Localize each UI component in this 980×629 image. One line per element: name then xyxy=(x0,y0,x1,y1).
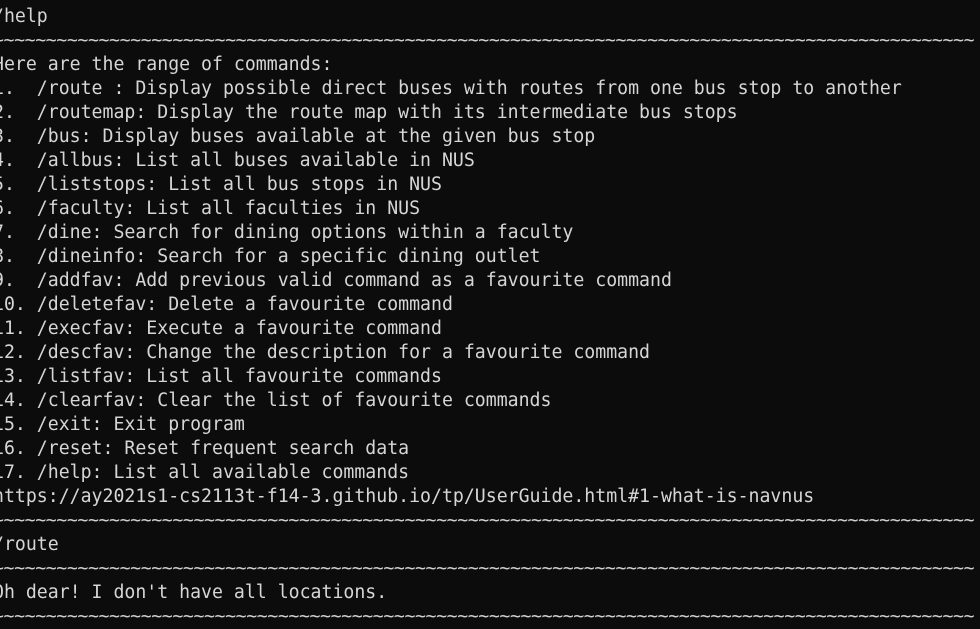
output-line: 9. /addfav: Add previous valid command a… xyxy=(0,270,672,291)
separator-line: ~~~~~~~~~~~~~~~~~~~~~~~~~~~~~~~~~~~~~~~~… xyxy=(0,510,975,531)
output-line: 16. /reset: Reset frequent search data xyxy=(0,438,410,459)
separator-line: ~~~~~~~~~~~~~~~~~~~~~~~~~~~~~~~~~~~~~~~~… xyxy=(0,558,975,579)
output-line: 12. /descfav: Change the description for… xyxy=(0,342,650,363)
output-line: 5. /liststops: List all bus stops in NUS xyxy=(0,174,442,195)
output-line: 1. /route : Display possible direct buse… xyxy=(0,78,902,99)
output-line: 7. /dine: Search for dining options with… xyxy=(0,222,574,243)
output-line: 2. /routemap: Display the route map with… xyxy=(0,102,738,123)
output-line: 8. /dineinfo: Search for a specific dini… xyxy=(0,246,541,267)
output-line: Here are the range of commands: xyxy=(0,54,333,75)
output-line: 15. /exit: Exit program xyxy=(0,414,245,435)
separator-line: ~~~~~~~~~~~~~~~~~~~~~~~~~~~~~~~~~~~~~~~~… xyxy=(0,606,975,627)
output-line: 14. /clearfav: Clear the list of favouri… xyxy=(0,390,552,411)
output-line: 17. /help: List all available commands xyxy=(0,462,410,483)
output-line: 11. /execfav: Execute a favourite comman… xyxy=(0,318,442,339)
output-line: Oh dear! I don't have all locations. xyxy=(0,582,388,603)
output-line: 13. /listfav: List all favourite command… xyxy=(0,366,442,387)
terminal-output[interactable]: /help ~~~~~~~~~~~~~~~~~~~~~~~~~~~~~~~~~~~… xyxy=(0,5,980,629)
output-line: 4. /allbus: List all buses available in … xyxy=(0,150,475,171)
command-input-line: /help xyxy=(0,6,48,27)
output-line: 6. /faculty: List all faculties in NUS xyxy=(0,198,421,219)
output-line: 10. /deletefav: Delete a favourite comma… xyxy=(0,294,453,315)
output-line: https://ay2021s1-cs2113t-f14-3.github.io… xyxy=(0,486,815,507)
output-line: 3. /bus: Display buses available at the … xyxy=(0,126,596,147)
separator-line: ~~~~~~~~~~~~~~~~~~~~~~~~~~~~~~~~~~~~~~~~… xyxy=(0,30,975,51)
command-input-line: /route xyxy=(0,534,59,555)
